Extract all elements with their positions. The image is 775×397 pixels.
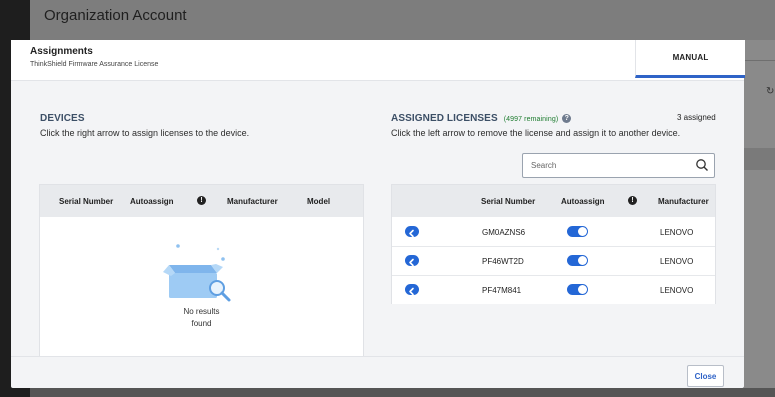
licenses-table: Serial Number Autoassign ! Manufacturer … — [391, 184, 716, 304]
unassign-arrow-button[interactable] — [405, 226, 419, 238]
autoassign-toggle[interactable] — [567, 255, 588, 266]
column-manufacturer[interactable]: Manufacturer — [227, 197, 278, 206]
table-row: PF47M841 LENOVO — [392, 276, 715, 304]
serial-number-cell: PF47M841 — [482, 286, 522, 295]
modal-subtitle: ThinkShield Firmware Assurance License — [30, 61, 159, 68]
serial-number-cell: GM0AZNS6 — [482, 228, 526, 237]
licenses-table-header: Serial Number Autoassign ! Manufacturer — [392, 185, 715, 217]
tab-manual[interactable]: MANUAL — [635, 40, 745, 78]
toggle-knob — [578, 256, 587, 265]
column-model[interactable]: Model — [307, 197, 330, 206]
column-autoassign[interactable]: Autoassign — [561, 197, 605, 206]
search-input[interactable]: Search — [522, 153, 715, 178]
background-divider — [744, 60, 775, 61]
licenses-remaining: (4997 remaining) — [503, 116, 559, 123]
search-placeholder: Search — [531, 161, 557, 170]
info-icon[interactable]: ? — [562, 113, 572, 123]
devices-table-header: Serial Number Autoassign ! Manufacturer … — [40, 185, 363, 217]
modal-title: Assignments — [30, 46, 93, 57]
background-row — [744, 148, 775, 170]
manufacturer-cell: LENOVO — [660, 228, 694, 237]
empty-message-line2: found — [191, 319, 212, 328]
empty-box-icon — [161, 243, 241, 306]
unassign-arrow-button[interactable] — [405, 255, 419, 267]
column-serial-number[interactable]: Serial Number — [59, 197, 113, 206]
autoassign-toggle[interactable] — [567, 284, 588, 295]
licenses-title-text: ASSIGNED LICENSES — [391, 113, 498, 124]
tab-manual-label: MANUAL — [672, 53, 709, 62]
table-row: GM0AZNS6 LENOVO — [392, 218, 715, 247]
search-icon[interactable] — [695, 158, 709, 177]
licenses-description: Click the left arrow to remove the licen… — [391, 128, 681, 138]
devices-title: DEVICES — [40, 113, 85, 124]
manufacturer-cell: LENOVO — [660, 257, 694, 266]
page-title: Organization Account — [44, 7, 187, 24]
devices-description: Click the right arrow to assign licenses… — [40, 128, 250, 138]
manufacturer-cell: LENOVO — [660, 286, 694, 295]
modal-footer-divider — [11, 356, 744, 357]
unassign-arrow-button[interactable] — [405, 284, 419, 296]
info-icon[interactable]: ! — [197, 196, 206, 205]
assigned-count: 3 assigned — [677, 113, 716, 122]
serial-number-cell: PF46WT2D — [482, 257, 524, 266]
empty-message: No results found — [40, 306, 363, 330]
table-row: PF46WT2D LENOVO — [392, 247, 715, 276]
autoassign-toggle[interactable] — [567, 226, 588, 237]
refresh-icon: ↻ — [766, 86, 775, 97]
column-serial-number[interactable]: Serial Number — [481, 197, 535, 206]
column-autoassign[interactable]: Autoassign — [130, 197, 174, 206]
toggle-knob — [578, 227, 587, 236]
info-icon[interactable]: ! — [628, 196, 637, 205]
empty-message-line1: No results — [183, 307, 220, 316]
column-manufacturer[interactable]: Manufacturer — [658, 197, 709, 206]
assignments-modal: Assignments ThinkShield Firmware Assuran… — [11, 40, 745, 388]
devices-table: Serial Number Autoassign ! Manufacturer … — [39, 184, 364, 357]
modal-header: Assignments ThinkShield Firmware Assuran… — [11, 40, 745, 81]
close-button[interactable]: Close — [687, 365, 724, 387]
toggle-knob — [578, 285, 587, 294]
background-footer — [30, 388, 775, 397]
licenses-title: ASSIGNED LICENSES (4997 remaining)? — [391, 113, 572, 124]
